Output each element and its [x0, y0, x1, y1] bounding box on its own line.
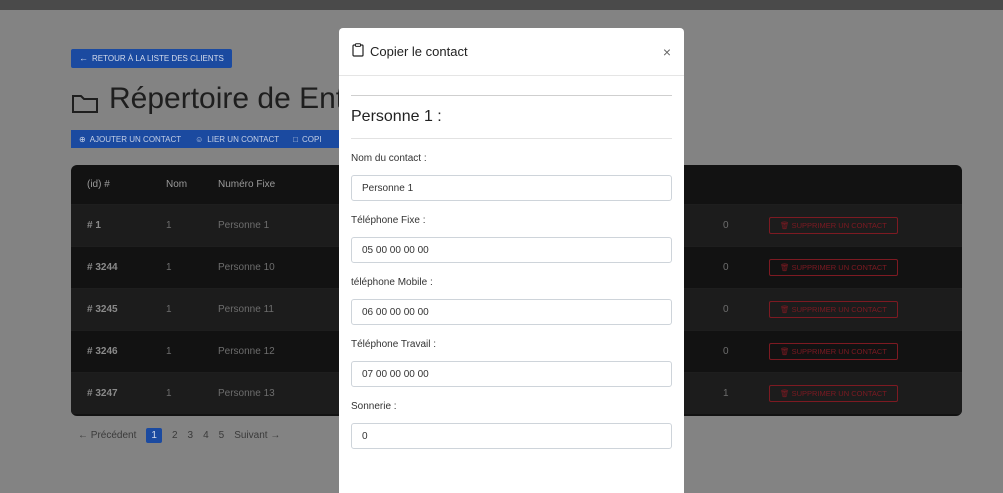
row-sonnerie: 0 — [723, 262, 729, 273]
row-numero: Personne 12 — [218, 346, 275, 357]
mobile-phone-input[interactable] — [351, 299, 672, 325]
delete-contact-button[interactable]: 🗑 Supprimer un contact — [769, 217, 898, 234]
row-nom: 1 — [166, 262, 172, 273]
link-contact-button[interactable]: ☺ Lier un contact — [195, 135, 279, 144]
divider — [351, 138, 672, 139]
delete-contact-button[interactable]: 🗑 Supprimer un contact — [769, 385, 898, 402]
modal-title-text: Copier le contact — [370, 44, 468, 59]
page-2-button[interactable]: 2 — [172, 430, 178, 441]
delete-label: Supprimer un contact — [791, 305, 887, 314]
top-strip — [0, 0, 1003, 10]
next-page-button[interactable]: Suivant → — [234, 430, 280, 441]
contact-name-input[interactable] — [351, 175, 672, 201]
prev-label: Précédent — [90, 430, 137, 441]
delete-contact-button[interactable]: 🗑 Supprimer un contact — [769, 343, 898, 360]
modal-header: Copier le contact × — [339, 28, 684, 76]
contact-toolbar: ⊕ Ajouter un contact ☺ Lier un contact □… — [71, 130, 341, 148]
row-sonnerie: 1 — [723, 388, 729, 399]
page-1-button[interactable]: 1 — [146, 428, 162, 443]
add-user-icon: ⊕ — [79, 134, 86, 144]
fixed-phone-input[interactable] — [351, 237, 672, 263]
row-id: # 3245 — [87, 304, 118, 315]
copy-contact-label: Copi — [301, 134, 322, 144]
back-button-label: Retour à la liste des clients — [92, 54, 224, 63]
page-4-button[interactable]: 4 — [203, 430, 209, 441]
row-nom: 1 — [166, 388, 172, 399]
folder-icon — [71, 88, 99, 113]
delete-label: Supprimer un contact — [791, 389, 887, 398]
delete-contact-button[interactable]: 🗑 Supprimer un contact — [769, 301, 898, 318]
header-nom: Nom — [166, 179, 188, 190]
row-id: # 3247 — [87, 388, 118, 399]
work-phone-input[interactable] — [351, 361, 672, 387]
header-numero-fixe: Numéro Fixe — [218, 179, 276, 190]
row-sonnerie: 0 — [723, 220, 729, 231]
row-nom: 1 — [166, 346, 172, 357]
delete-label: Supprimer un contact — [791, 221, 887, 230]
row-numero: Personne 13 — [218, 388, 275, 399]
row-id: # 3246 — [87, 346, 118, 357]
row-nom: 1 — [166, 304, 172, 315]
row-numero: Personne 1 — [218, 220, 270, 231]
row-numero: Personne 11 — [218, 304, 274, 315]
copy-contact-button[interactable]: □ Copi — [293, 135, 321, 144]
clipboard-icon: □ — [293, 134, 298, 144]
ringtone-input[interactable] — [351, 423, 672, 449]
row-sonnerie: 0 — [723, 346, 729, 357]
page-5-button[interactable]: 5 — [219, 430, 225, 441]
page-title-text: Répertoire de Entre — [109, 82, 371, 115]
modal-body: Personne 1 : Nom du contact : Téléphone … — [339, 95, 684, 449]
row-nom: 1 — [166, 220, 172, 231]
clipboard-icon — [352, 43, 364, 60]
link-contact-label: Lier un contact — [207, 134, 280, 144]
close-modal-button[interactable]: × — [663, 44, 671, 60]
pagination: ← Précédent 1 2 3 4 5 Suivant → — [78, 428, 280, 443]
ringtone-label: Sonnerie : — [351, 401, 397, 412]
delete-label: Supprimer un contact — [791, 347, 887, 356]
next-label: Suivant — [234, 430, 268, 441]
modal-title: Copier le contact — [352, 43, 468, 60]
header-id: (id) # — [87, 179, 110, 190]
row-numero: Personne 10 — [218, 262, 275, 273]
delete-contact-button[interactable]: 🗑 Supprimer un contact — [769, 259, 898, 276]
fixed-phone-label: Téléphone Fixe : — [351, 215, 426, 226]
row-id: # 1 — [87, 220, 101, 231]
prev-page-button[interactable]: ← Précédent — [78, 430, 136, 441]
work-phone-label: Téléphone Travail : — [351, 339, 437, 350]
row-sonnerie: 0 — [723, 304, 729, 315]
divider — [351, 95, 672, 96]
copy-contact-modal: Copier le contact × Personne 1 : Nom du … — [339, 28, 684, 493]
contact-section-title: Personne 1 : — [351, 108, 442, 125]
row-id: # 3244 — [87, 262, 118, 273]
contact-name-label: Nom du contact : — [351, 153, 427, 164]
add-contact-label: Ajouter un contact — [89, 134, 182, 144]
page-title: Répertoire de Entre — [71, 82, 371, 116]
add-contact-button[interactable]: ⊕ Ajouter un contact — [79, 135, 181, 144]
user-icon: ☺ — [195, 134, 204, 144]
mobile-phone-label: téléphone Mobile : — [351, 277, 433, 288]
page-3-button[interactable]: 3 — [188, 430, 194, 441]
delete-label: Supprimer un contact — [791, 263, 887, 272]
arrow-left-circle-icon: ← — [79, 53, 88, 63]
back-to-clients-button[interactable]: ← Retour à la liste des clients — [71, 49, 232, 68]
